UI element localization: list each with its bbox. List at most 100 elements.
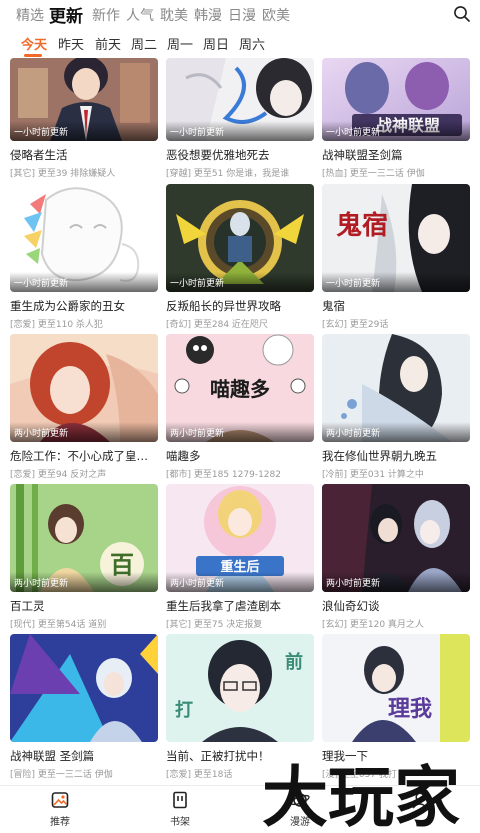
comic-cover[interactable] <box>10 634 158 742</box>
search-icon[interactable] <box>453 5 471 23</box>
nav-item-bookshelf[interactable]: 书架 <box>140 790 220 828</box>
comic-title[interactable]: 浪仙奇幻谈 <box>322 598 470 614</box>
comic-card[interactable]: 鬼宿 一小时前更新 鬼宿 [玄幻] 更至29话 <box>322 184 470 330</box>
comic-meta: [冒险] 更至一三二话 伊伽 <box>10 770 113 780</box>
comic-cover[interactable]: 两小时前更新 <box>322 334 470 442</box>
category-tab-western[interactable]: 欧美 <box>262 5 290 25</box>
update-badge: 一小时前更新 <box>322 272 470 292</box>
comic-cover[interactable]: 一小时前更新 <box>166 184 314 292</box>
update-badge: 一小时前更新 <box>166 272 314 292</box>
update-badge: 两小时前更新 <box>322 572 470 592</box>
category-bar: 精选 更新 新作 人气 耽美 韩漫 日漫 欧美 <box>0 0 480 28</box>
comic-title[interactable]: 侵略者生活 <box>10 147 158 163</box>
update-badge: 一小时前更新 <box>10 272 158 292</box>
watermark-text: 大玩家 <box>262 758 460 833</box>
comic-card[interactable]: 战神联盟 圣剑篇 [冒险] 更至一三二话 伊伽 <box>10 634 158 780</box>
cover-logo-text: 打 <box>175 699 193 721</box>
day-tab-tuesday[interactable]: 周二 <box>131 34 157 53</box>
update-badge: 一小时前更新 <box>166 121 314 141</box>
cover-logo-text: 理我 <box>388 697 432 722</box>
comic-card[interactable]: 重生后 两小时前更新 重生后我拿了虐渣剧本 [其它] 更至75 决定报复 <box>166 484 314 630</box>
comic-meta: [玄幻] 更至29话 <box>322 320 389 330</box>
cover-logo-text: 喵趣多 <box>210 377 270 401</box>
update-badge: 两小时前更新 <box>166 572 314 592</box>
bookshelf-icon <box>173 791 187 809</box>
cover-logo-text: 鬼宿 <box>336 210 388 241</box>
day-tabs: 今天 昨天 前天 周二 周一 周日 周六 <box>0 28 480 58</box>
category-tab-popular[interactable]: 人气 <box>126 5 154 25</box>
category-tab-japanese[interactable]: 日漫 <box>228 5 256 25</box>
update-badge: 两小时前更新 <box>10 572 158 592</box>
comic-cover[interactable]: 重生后 两小时前更新 <box>166 484 314 592</box>
comic-card[interactable]: 一小时前更新 重生成为公爵家的丑女 [恋爱] 更至110 杀人犯 <box>10 184 158 330</box>
comic-meta: [玄幻] 更至120 真月之人 <box>322 620 424 630</box>
comic-card[interactable]: 战神联盟 一小时前更新 战神联盟圣剑篇 [热血] 更至一三二话 伊伽 <box>322 58 470 179</box>
update-badge: 一小时前更新 <box>322 121 470 141</box>
active-day-indicator <box>24 54 42 57</box>
comic-cover[interactable]: 理我 <box>322 634 470 742</box>
comic-meta: [恋爱] 更至110 杀人犯 <box>10 320 103 330</box>
nav-label: 书架 <box>170 817 190 828</box>
comic-cover[interactable]: 鬼宿 一小时前更新 <box>322 184 470 292</box>
comic-card[interactable]: 一小时前更新 侵略者生活 [其它] 更至39 排除嫌疑人 <box>10 58 158 179</box>
comic-meta: [其它] 更至75 决定报复 <box>166 620 263 630</box>
comic-card[interactable]: 一小时前更新 反叛船长的异世界攻略 [奇幻] 更至284 近在咫尺 <box>166 184 314 330</box>
comic-cover[interactable]: 百 两小时前更新 <box>10 484 158 592</box>
update-badge: 一小时前更新 <box>10 121 158 141</box>
day-tab-day-before[interactable]: 前天 <box>95 34 121 53</box>
day-tab-sunday[interactable]: 周日 <box>203 34 229 53</box>
category-tab-updates[interactable]: 更新 <box>49 2 83 27</box>
comic-title[interactable]: 反叛船长的异世界攻略 <box>166 298 314 314</box>
comic-card[interactable]: 两小时前更新 我在修仙世界朝九晚五 [冷前] 更至031 计算之中 <box>322 334 470 480</box>
comic-title[interactable]: 重生后我拿了虐渣剧本 <box>166 598 314 614</box>
day-tab-yesterday[interactable]: 昨天 <box>58 34 84 53</box>
update-badge: 两小时前更新 <box>10 422 158 442</box>
comic-grid: 一小时前更新 侵略者生活 [其它] 更至39 排除嫌疑人 一小时前更新 恶役想要… <box>0 58 480 785</box>
day-tab-today[interactable]: 今天 <box>21 34 47 53</box>
comic-cover[interactable]: 一小时前更新 <box>10 184 158 292</box>
comic-title[interactable]: 恶役想要优雅地死去 <box>166 147 314 163</box>
update-badge: 两小时前更新 <box>166 422 314 442</box>
comic-cover[interactable]: 喵趣多 两小时前更新 <box>166 334 314 442</box>
comic-card[interactable]: 两小时前更新 危险工作：不小心成了皇帝... [恋爱] 更至94 反对之声 <box>10 334 158 480</box>
comic-title[interactable]: 喵趣多 <box>166 448 314 464</box>
comic-title[interactable]: 鬼宿 <box>322 298 470 314</box>
comic-cover[interactable]: 两小时前更新 <box>10 334 158 442</box>
update-badge: 两小时前更新 <box>322 422 470 442</box>
comic-card[interactable]: 百 两小时前更新 百工灵 [现代] 更至第54话 道别 <box>10 484 158 630</box>
category-tab-korean[interactable]: 韩漫 <box>194 5 222 25</box>
comic-meta: [奇幻] 更至284 近在咫尺 <box>166 320 268 330</box>
comic-cover[interactable]: 一小时前更新 <box>10 58 158 141</box>
comic-title[interactable]: 我在修仙世界朝九晚五 <box>322 448 470 464</box>
day-tab-saturday[interactable]: 周六 <box>239 34 265 53</box>
comic-cover[interactable]: 战神联盟 一小时前更新 <box>322 58 470 141</box>
comic-title[interactable]: 战神联盟圣剑篇 <box>322 147 470 163</box>
day-tab-monday[interactable]: 周一 <box>167 34 193 53</box>
comic-title[interactable]: 百工灵 <box>10 598 158 614</box>
comic-meta: [都市] 更至185 1279-1282 <box>166 470 281 480</box>
category-tab-new[interactable]: 新作 <box>92 5 120 25</box>
cover-art <box>10 634 158 742</box>
comic-title[interactable]: 重生成为公爵家的丑女 <box>10 298 158 314</box>
comic-meta: [冷前] 更至031 计算之中 <box>322 470 424 480</box>
comic-meta: [热血] 更至一三二话 伊伽 <box>322 169 425 179</box>
comic-cover[interactable]: 一小时前更新 <box>166 58 314 141</box>
comic-cover[interactable]: 两小时前更新 <box>322 484 470 592</box>
comic-meta: [现代] 更至第54话 道别 <box>10 620 107 630</box>
watermark-logo: 大玩家 <box>262 758 460 833</box>
comic-meta: [其它] 更至39 排除嫌疑人 <box>10 169 116 179</box>
comic-meta: [恋爱] 更至94 反对之声 <box>10 470 107 480</box>
category-tab-featured[interactable]: 精选 <box>16 5 44 25</box>
category-tab-bl[interactable]: 耽美 <box>160 5 188 25</box>
cover-art: 理我 <box>322 634 470 742</box>
nav-item-recommend[interactable]: 推荐 <box>20 790 100 828</box>
comic-title[interactable]: 战神联盟 圣剑篇 <box>10 748 158 764</box>
cover-logo-text: 前 <box>285 651 303 673</box>
comic-title[interactable]: 危险工作：不小心成了皇帝... <box>10 448 158 464</box>
comic-card[interactable]: 两小时前更新 浪仙奇幻谈 [玄幻] 更至120 真月之人 <box>322 484 470 630</box>
nav-label: 推荐 <box>50 817 70 828</box>
comic-card[interactable]: 一小时前更新 恶役想要优雅地死去 [穿越] 更至51 你是谁，我是谁 <box>166 58 314 179</box>
comic-cover[interactable]: 前 打 <box>166 634 314 742</box>
recommend-icon <box>51 792 69 808</box>
comic-card[interactable]: 喵趣多 两小时前更新 喵趣多 [都市] 更至185 1279-1282 <box>166 334 314 480</box>
